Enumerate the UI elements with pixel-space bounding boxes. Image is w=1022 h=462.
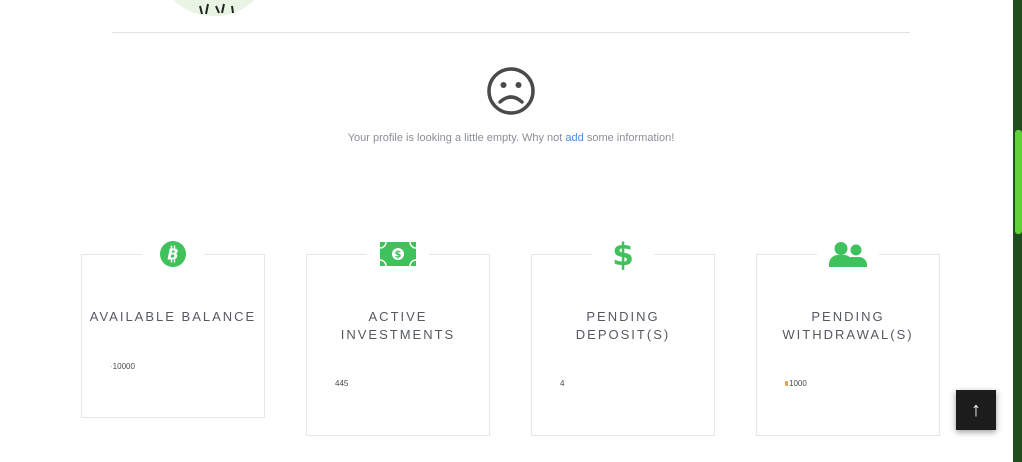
card-title: AVAILABLE BALANCE	[89, 309, 257, 324]
svg-text:$: $	[612, 237, 634, 271]
svg-text:$: $	[395, 250, 402, 261]
card-title-line1: PENDING	[811, 309, 885, 324]
card-value: 1000	[785, 379, 807, 388]
card-value: 445	[335, 379, 349, 388]
card-value: 4	[560, 379, 565, 388]
currency-icon	[785, 381, 788, 387]
card-title-line2: WITHDRAWAL(S)	[782, 327, 914, 342]
section-divider	[112, 32, 910, 33]
card-title-line1: PENDING	[586, 309, 660, 324]
card-title-line2: DEPOSIT(S)	[575, 327, 671, 342]
pending-deposits-card: $ PENDING DEPOSIT(S) 4	[531, 237, 715, 436]
dollar-icon: $	[592, 237, 654, 271]
svg-text:B: B	[167, 246, 178, 264]
empty-profile-prefix: Your profile is looking a little empty. …	[347, 132, 566, 144]
sad-face-icon	[487, 67, 535, 115]
card-title-line1: ACTIVE	[368, 309, 428, 324]
empty-profile-suffix: some information!	[583, 132, 675, 144]
bitcoin-icon: B	[142, 237, 204, 271]
scrollbar-thumb[interactable]	[1015, 130, 1022, 234]
arrow-up-icon: ↑	[971, 398, 981, 421]
card-value: ·10000	[110, 362, 135, 371]
available-balance-card: B AVAILABLE BALANCE ·10000	[81, 237, 265, 418]
money-bill-icon: $	[367, 237, 429, 271]
users-icon	[817, 237, 879, 271]
pending-withdrawals-card: PENDING WITHDRAWAL(S) 1000	[756, 237, 940, 436]
empty-profile-message: Your profile is looking a little empty. …	[0, 132, 1022, 144]
scroll-to-top-button[interactable]: ↑	[956, 390, 996, 430]
add-info-link[interactable]: add	[565, 132, 583, 144]
avatar	[158, 0, 270, 16]
card-title-line2: INVESTMENTS	[340, 327, 456, 342]
active-investments-card: $ ACTIVE INVESTMENTS 445	[306, 237, 490, 436]
